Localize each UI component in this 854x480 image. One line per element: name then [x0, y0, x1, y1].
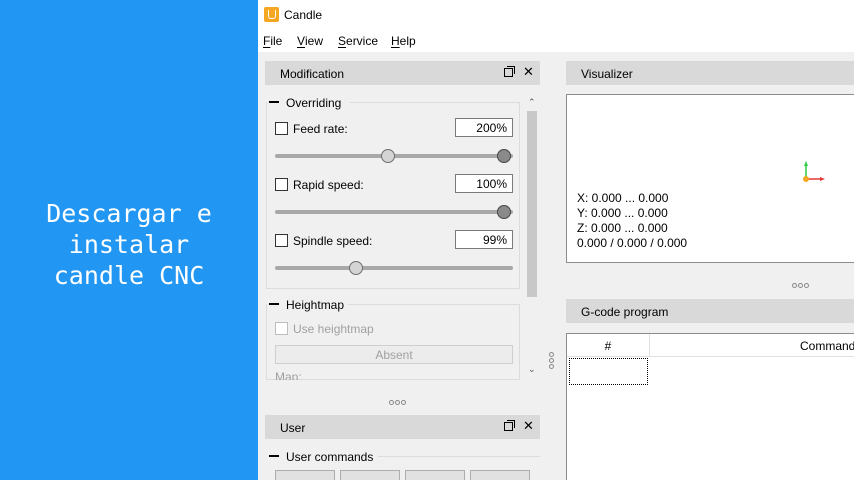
- gcode-title: G-code program: [581, 305, 669, 319]
- spindle-speed-slider[interactable]: [275, 266, 513, 270]
- feed-rate-spinbox[interactable]: 200%: [455, 118, 513, 137]
- heightmap-group-frame: [266, 304, 520, 380]
- use-heightmap-checkbox[interactable]: [275, 322, 288, 335]
- menu-help[interactable]: Help: [391, 34, 416, 48]
- spindle-speed-label: Spindle speed:: [293, 234, 373, 248]
- map-label: Map:: [275, 370, 302, 380]
- z-range-readout: Z: 0.000 ... 0.000: [577, 221, 668, 235]
- visualizer-title: Visualizer: [581, 67, 633, 81]
- use-heightmap-label: Use heightmap: [293, 322, 374, 336]
- gcode-dock-header[interactable]: G-code program: [566, 299, 854, 323]
- visualizer-dock-header[interactable]: Visualizer: [566, 61, 854, 85]
- rapid-speed-slider[interactable]: [275, 210, 513, 214]
- gcode-table[interactable]: # Command: [566, 333, 854, 480]
- spindle-speed-slider-handle[interactable]: [349, 261, 363, 275]
- column-header-number[interactable]: #: [567, 334, 650, 357]
- heightmap-absent-button[interactable]: Absent: [275, 345, 513, 364]
- user-dock-header[interactable]: User ✕: [265, 415, 540, 439]
- vertical-splitter-handle-icon[interactable]: [549, 352, 556, 370]
- menu-file[interactable]: File: [263, 34, 282, 48]
- rapid-speed-slider-handle[interactable]: [497, 205, 511, 219]
- rapid-speed-spinbox[interactable]: 100%: [455, 174, 513, 193]
- rapid-speed-checkbox[interactable]: [275, 178, 288, 191]
- visualizer-canvas[interactable]: X: 0.000 ... 0.000 Y: 0.000 ... 0.000 Z:…: [566, 94, 854, 263]
- group-divider: [378, 456, 540, 457]
- axis-gizmo-icon: [803, 161, 825, 182]
- table-row[interactable]: [569, 358, 648, 385]
- title-bar: Candle: [258, 0, 854, 30]
- feed-rate-label: Feed rate:: [293, 122, 348, 136]
- user-command-button-2[interactable]: [340, 470, 400, 480]
- spindle-speed-checkbox[interactable]: [275, 234, 288, 247]
- close-icon[interactable]: ✕: [523, 419, 534, 433]
- splitter-handle-icon[interactable]: [792, 280, 810, 291]
- x-range-readout: X: 0.000 ... 0.000: [577, 191, 669, 205]
- modification-title: Modification: [280, 67, 345, 81]
- feed-rate-checkbox[interactable]: [275, 122, 288, 135]
- user-title: User: [280, 421, 306, 435]
- candle-window: Candle File View Service Help Modificati…: [258, 0, 854, 480]
- user-command-button-1[interactable]: [275, 470, 335, 480]
- rapid-speed-label: Rapid speed:: [293, 178, 364, 192]
- spindle-speed-spinbox[interactable]: 99%: [455, 230, 513, 249]
- close-icon[interactable]: ✕: [523, 65, 534, 79]
- feed-rate-slider-default-handle[interactable]: [381, 149, 395, 163]
- float-icon[interactable]: [504, 420, 515, 431]
- user-command-button-4[interactable]: [470, 470, 530, 480]
- modification-scrollbar[interactable]: ⌃ ⌄: [524, 95, 540, 380]
- scroll-down-arrow-icon[interactable]: ⌄: [528, 365, 536, 374]
- feed-rate-slider-handle[interactable]: [497, 149, 511, 163]
- menu-bar: File View Service Help: [258, 30, 854, 52]
- window-title: Candle: [284, 8, 323, 22]
- promo-banner: Descargar e instalar candle CNC: [0, 0, 258, 480]
- y-range-readout: Y: 0.000 ... 0.000: [577, 206, 668, 220]
- modification-dock-header[interactable]: Modification ✕: [265, 61, 540, 85]
- candle-app-icon: [264, 7, 279, 22]
- menu-service[interactable]: Service: [338, 34, 378, 48]
- user-command-button-3[interactable]: [405, 470, 465, 480]
- collapse-dash-icon[interactable]: [269, 455, 279, 457]
- column-header-command[interactable]: Command: [650, 334, 854, 357]
- user-commands-title: User commands: [286, 450, 374, 464]
- float-icon[interactable]: [504, 66, 515, 77]
- banner-text: Descargar e instalar candle CNC: [46, 199, 212, 290]
- scroll-up-arrow-icon[interactable]: ⌃: [528, 98, 536, 107]
- position-readout: 0.000 / 0.000 / 0.000: [577, 236, 688, 250]
- scroll-thumb[interactable]: [527, 111, 537, 297]
- splitter-handle-icon[interactable]: [389, 397, 407, 408]
- menu-view[interactable]: View: [297, 34, 323, 48]
